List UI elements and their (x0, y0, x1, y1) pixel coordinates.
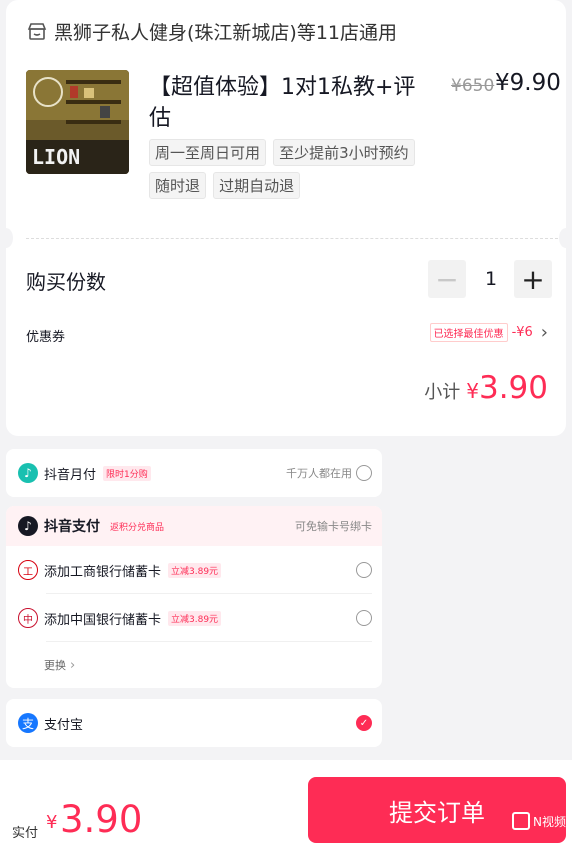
payment-option-douyin-monthly[interactable]: ♪ 抖音月付 限时1分购 千万人都在用 (6, 449, 382, 497)
submit-order-button[interactable]: 提交订单 (308, 777, 566, 843)
store-icon (27, 22, 47, 40)
payment-badge: 立减3.89元 (168, 562, 222, 578)
original-price: ¥650 (451, 76, 495, 96)
quantity-plus-button[interactable]: + (514, 260, 552, 298)
alipay-icon: 支 (18, 713, 38, 733)
subtotal: 小计 ¥ 3.90 (424, 370, 548, 406)
paid-currency: ¥ (46, 812, 58, 833)
payment-name: 抖音月付 (44, 467, 97, 483)
product-image-logo: LION (32, 145, 80, 169)
payment-badge: 限时1分购 (103, 465, 151, 481)
payment-hint: 千万人都在用 (286, 467, 352, 480)
payment-more-label: 更换 (44, 659, 66, 672)
product-tag: 过期自动退 (213, 172, 301, 199)
coupon-selector[interactable]: 已选择最佳优惠 -¥6 › (429, 322, 548, 343)
paid-amount: 3.90 (60, 798, 143, 841)
payment-option-douyin-pay[interactable]: ♪ 抖音支付 返积分兑商品 可免输卡号绑卡 (6, 506, 382, 546)
payment-radio-checked[interactable]: ✓ (356, 715, 372, 731)
payment-radio[interactable] (356, 562, 372, 578)
payment-more[interactable]: 更换 › (6, 642, 382, 688)
coupon-label: 优惠券 (26, 330, 66, 345)
payment-name: 添加中国银行储蓄卡 (44, 612, 162, 628)
payment-option-boc[interactable]: 中 添加中国银行储蓄卡 立减3.89元 (6, 594, 382, 642)
product-tag: 周一至周日可用 (149, 139, 267, 166)
product-tag: 至少提前3小时预约 (273, 139, 415, 166)
payment-radio[interactable] (356, 610, 372, 626)
video-logo-icon (512, 812, 530, 830)
ticket-notch-right (559, 228, 572, 248)
payment-hint: 可免输卡号绑卡 (295, 520, 372, 533)
coupon-value: -¥6 (511, 325, 533, 340)
coupon-badge: 已选择最佳优惠 (429, 323, 508, 342)
subtotal-currency: ¥ (466, 379, 479, 403)
payment-badge: 立减3.89元 (168, 610, 222, 626)
payment-name: 支付宝 (44, 717, 84, 733)
store-header[interactable]: 黑狮子私人健身(珠江新城店)等11店通用 (26, 18, 397, 45)
payment-card-douyin: ♪ 抖音支付 返积分兑商品 可免输卡号绑卡 工 添加工商银行储蓄卡 立减3.89… (6, 506, 382, 688)
subtotal-label: 小计 (424, 382, 461, 403)
chevron-right-icon: › (540, 322, 548, 343)
chevron-right-icon: › (70, 657, 76, 673)
payment-option-alipay[interactable]: 支 支付宝 ✓ (6, 699, 382, 747)
order-summary-card: 黑狮子私人健身(珠江新城店)等11店通用 LION 【超值体验】1对1私教+评估… (0, 0, 572, 436)
payment-card-alipay: 支 支付宝 ✓ (6, 699, 382, 747)
product-image: LION (26, 70, 129, 174)
subtotal-amount: 3.90 (478, 370, 548, 406)
payment-card-monthly: ♪ 抖音月付 限时1分购 千万人都在用 (6, 449, 382, 497)
current-price: ¥9.90 (495, 70, 561, 96)
payment-name: 抖音支付 (44, 519, 100, 535)
quantity-minus-button[interactable]: − (428, 260, 466, 298)
douyin-icon: ♪ (18, 516, 38, 536)
payment-badge: 返积分兑商品 (110, 522, 165, 533)
product-tag: 随时退 (149, 172, 207, 199)
watermark: N视频 (512, 812, 566, 830)
product-title: 【超值体验】1对1私教+评估 (149, 75, 416, 131)
icbc-icon: 工 (18, 560, 38, 580)
payment-radio[interactable] (356, 465, 372, 481)
dashed-divider (26, 238, 558, 239)
quantity-value: 1 (484, 268, 498, 290)
ticket-notch-left (0, 228, 13, 248)
quantity-label: 购买份数 (26, 270, 106, 294)
paid-label: 实付 (12, 826, 39, 841)
watermark-text: N视频 (533, 814, 566, 829)
product-tags: 周一至周日可用 至少提前3小时预约 随时退 过期自动退 (149, 139, 449, 205)
payment-option-icbc[interactable]: 工 添加工商银行储蓄卡 立减3.89元 (6, 546, 382, 594)
store-name: 黑狮子私人健身(珠江新城店)等11店通用 (54, 22, 398, 44)
payment-name: 添加工商银行储蓄卡 (44, 564, 162, 580)
boc-icon: 中 (18, 608, 38, 628)
douyin-icon: ♪ (18, 463, 38, 483)
